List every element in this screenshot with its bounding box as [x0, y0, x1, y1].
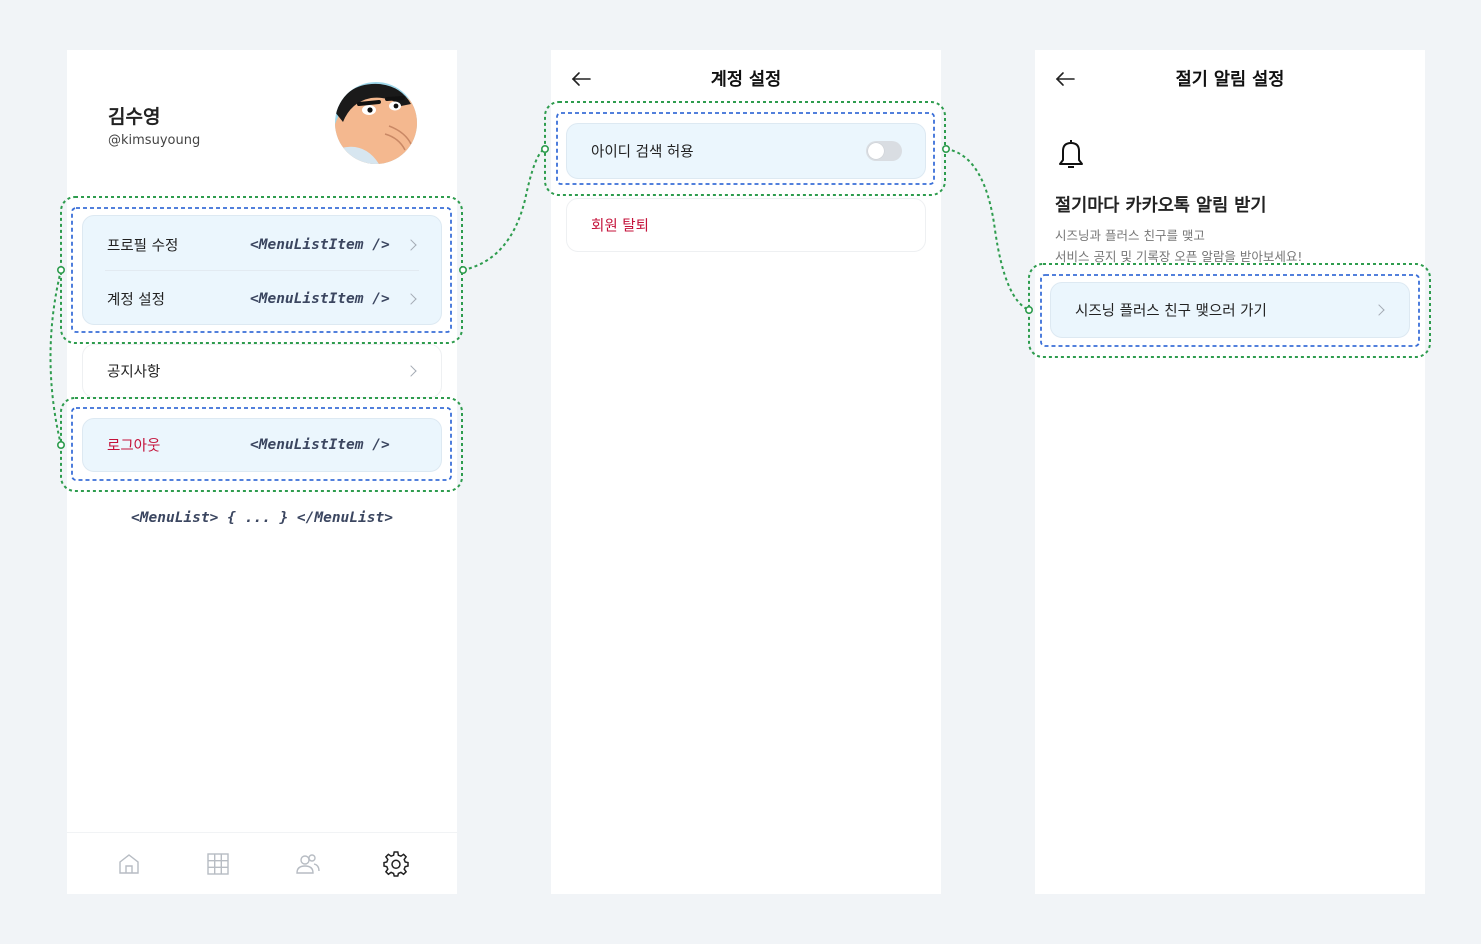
avatar-illustration	[335, 82, 417, 164]
search-allow-toggle[interactable]	[866, 141, 902, 161]
menu-item-label: 공지사항	[107, 364, 161, 381]
menulist-caption: <MenuList> { ... } </MenuList>	[131, 510, 393, 526]
component-tag: <MenuListItem />	[250, 291, 390, 307]
page-title: 계정 설정	[710, 70, 782, 90]
grid-icon[interactable]	[205, 851, 231, 877]
bottom-tab-bar	[67, 832, 457, 894]
cta-label: 시즈닝 플러스 친구 맺으러 가기	[1075, 303, 1267, 320]
alarm-heading: 절기마다 카카오톡 알림 받기	[1055, 196, 1267, 216]
home-icon[interactable]	[116, 851, 142, 877]
annotation-connector	[462, 148, 546, 271]
logout-label: 로그아웃	[107, 438, 161, 455]
menu-item-notice[interactable]: 공지사항	[82, 344, 442, 398]
avatar[interactable]	[335, 82, 417, 164]
settings-icon[interactable]	[383, 851, 409, 877]
profile-name: 김수영	[108, 106, 161, 128]
menu-item-label: 프로필 수정	[107, 238, 179, 255]
alarm-description-line: 시즈닝과 플러스 친구를 맺고	[1055, 228, 1205, 243]
annotation-anchor	[458, 265, 467, 274]
profile-handle: @kimsuyoung	[108, 133, 201, 148]
account-settings-screen: 계정 설정 아이디 검색 허용 회원 탈퇴	[551, 50, 941, 894]
chevron-right-icon	[405, 365, 417, 377]
annotation-connector	[945, 148, 1030, 311]
menu-item-edit-profile[interactable]: 프로필 수정 <MenuListItem />	[83, 218, 441, 272]
annotation-anchor	[1025, 305, 1034, 314]
annotation-anchor	[941, 145, 950, 154]
mypage-screen: 김수영 @kimsuyoung 프로필 수정 <MenuListItem /> …	[67, 50, 457, 894]
plus-friend-button[interactable]: 시즈닝 플러스 친구 맺으러 가기	[1050, 282, 1410, 338]
friends-icon[interactable]	[294, 851, 320, 877]
divider	[105, 270, 419, 271]
annotation-connector	[49, 269, 62, 446]
component-tag: <MenuListItem />	[250, 437, 390, 453]
annotation-anchor	[56, 440, 65, 449]
toggle-label: 아이디 검색 허용	[591, 144, 694, 161]
chevron-right-icon	[405, 239, 417, 251]
chevron-right-icon	[1373, 304, 1385, 316]
annotation-anchor	[56, 265, 65, 274]
menu-item-logout[interactable]: 로그아웃 <MenuListItem />	[82, 418, 442, 472]
menu-item-withdraw[interactable]: 회원 탈퇴	[566, 198, 926, 252]
chevron-right-icon	[405, 293, 417, 305]
alarm-settings-screen: 절기 알림 설정 절기마다 카카오톡 알림 받기 시즈닝과 플러스 친구를 맺고…	[1035, 50, 1425, 894]
menu-item-account-settings[interactable]: 계정 설정 <MenuListItem />	[83, 272, 441, 326]
component-tag: <MenuListItem />	[250, 237, 390, 253]
bell-icon	[1057, 138, 1085, 170]
menu-item-search-toggle: 아이디 검색 허용	[566, 123, 926, 179]
alarm-description-line: 서비스 공지 및 기록장 오픈 알람을 받아보세요!	[1055, 249, 1303, 264]
alarm-description: 시즈닝과 플러스 친구를 맺고 서비스 공지 및 기록장 오픈 알람을 받아보세…	[1055, 225, 1415, 267]
menu-group-profile: 프로필 수정 <MenuListItem /> 계정 설정 <MenuListI…	[82, 215, 442, 325]
withdraw-label: 회원 탈퇴	[591, 218, 649, 235]
page-title: 절기 알림 설정	[1175, 70, 1285, 90]
menu-item-label: 계정 설정	[107, 292, 165, 309]
annotation-anchor	[540, 145, 549, 154]
